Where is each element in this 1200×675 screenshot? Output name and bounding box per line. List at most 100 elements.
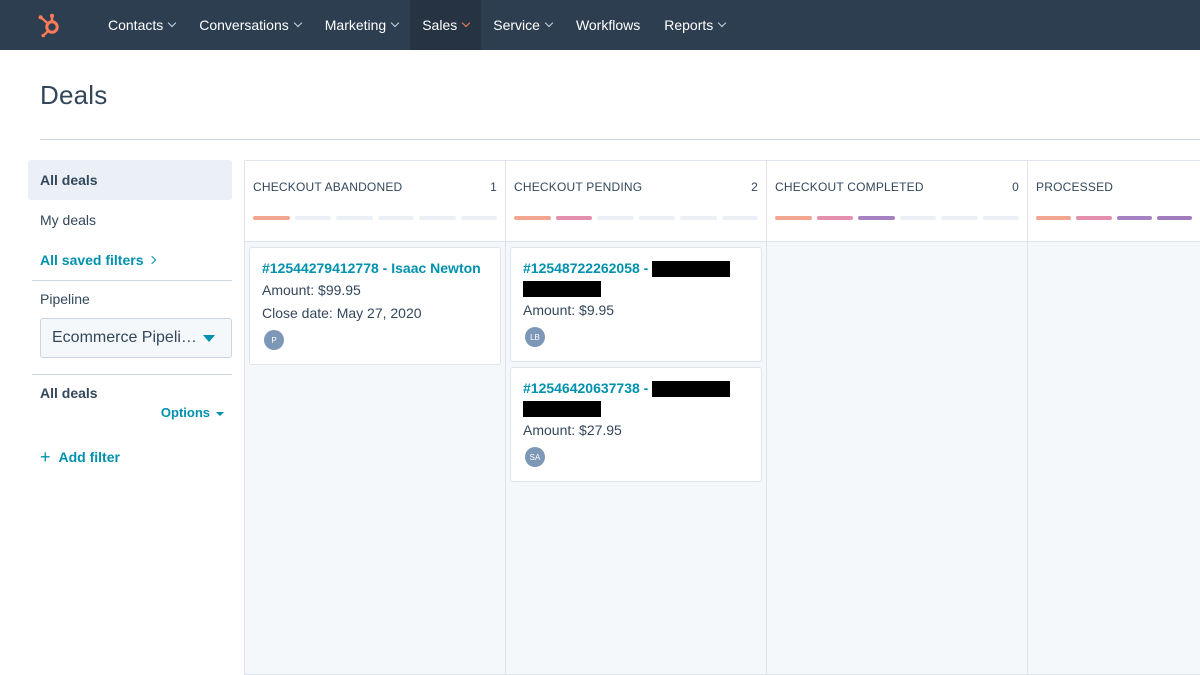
progress-segment — [982, 216, 1019, 220]
progress-segment — [721, 216, 758, 220]
progress-segment — [377, 216, 414, 220]
column-title: CHECKOUT ABANDONED — [253, 180, 403, 194]
progress-segment — [1076, 216, 1112, 220]
sidebar-item-label: My deals — [40, 212, 97, 228]
board-column-processed: PROCESSED — [1027, 160, 1200, 675]
nav-label: Service — [493, 17, 540, 33]
header-divider — [40, 139, 1200, 140]
column-header: CHECKOUT ABANDONED 1 — [245, 161, 505, 242]
nav-label: Marketing — [324, 17, 387, 33]
chevron-down-icon — [390, 18, 400, 28]
deal-title-link[interactable]: #12546420637738 - — [523, 378, 749, 418]
redacted-block — [652, 381, 731, 398]
top-navigation: Contacts Conversations Marketing Sales S… — [0, 0, 1200, 50]
nav-marketing[interactable]: Marketing — [313, 0, 410, 50]
column-header: PROCESSED — [1028, 161, 1200, 242]
progress-segment — [336, 216, 373, 220]
owner-avatar[interactable]: P — [264, 330, 284, 350]
board-column-checkout-pending: CHECKOUT PENDING 2 #12548722262058 - Amo… — [505, 160, 766, 675]
hubspot-logo[interactable] — [0, 0, 96, 50]
progress-segment — [941, 216, 978, 220]
nav-service[interactable]: Service — [481, 0, 564, 50]
stage-progress — [1036, 216, 1192, 220]
progress-segment — [1036, 216, 1072, 220]
redacted-block — [523, 401, 601, 418]
pipeline-selected-value: Ecommerce Pipeli… — [52, 329, 197, 346]
deal-card[interactable]: #12544279412778 - Isaac Newton Amount: $… — [249, 247, 501, 365]
progress-segment — [460, 216, 497, 220]
pipeline-label: Pipeline — [40, 291, 90, 307]
options-dropdown[interactable]: Options — [28, 405, 232, 429]
deal-card[interactable]: #12546420637738 - Amount: $27.95 SA — [510, 367, 762, 482]
progress-segment — [253, 216, 290, 220]
deal-amount: Amount: $99.95 — [262, 282, 361, 298]
owner-avatar[interactable]: LB — [525, 327, 545, 347]
board-column-checkout-abandoned: CHECKOUT ABANDONED 1 #12544279412778 - I… — [244, 160, 505, 675]
sidebar-item-label: All deals — [40, 172, 98, 188]
progress-segment — [858, 216, 895, 220]
nav-conversations[interactable]: Conversations — [187, 0, 313, 50]
caret-down-icon — [216, 411, 224, 416]
progress-segment — [775, 216, 812, 220]
add-filter-button[interactable]: + Add filter — [28, 445, 232, 469]
stage-progress — [253, 216, 497, 220]
progress-segment — [816, 216, 853, 220]
chevron-right-icon — [147, 255, 156, 265]
deal-title-link[interactable]: #12548722262058 - — [523, 258, 749, 298]
column-count: 2 — [751, 180, 758, 194]
sidebar-item-my-deals[interactable]: My deals — [28, 200, 232, 240]
progress-segment — [555, 216, 592, 220]
progress-segment — [1116, 216, 1152, 220]
progress-segment — [294, 216, 331, 220]
column-title: CHECKOUT PENDING — [514, 180, 643, 194]
deal-title-text: #12546420637738 - — [523, 380, 649, 396]
sidebar-item-label: All saved filters — [40, 252, 144, 268]
filters-sidebar: All deals My deals All saved filters Pip… — [28, 160, 232, 469]
deal-close-date: Close date: May 27, 2020 — [262, 305, 422, 321]
nav-label: Workflows — [575, 17, 641, 33]
chevron-down-icon — [718, 18, 727, 28]
redacted-block — [652, 261, 731, 278]
owner-avatar[interactable]: SA — [525, 447, 545, 467]
plus-icon: + — [40, 447, 51, 467]
column-header: CHECKOUT PENDING 2 — [506, 161, 766, 242]
progress-segment — [899, 216, 936, 220]
deal-amount: Amount: $9.95 — [523, 302, 615, 318]
column-header: CHECKOUT COMPLETED 0 — [767, 161, 1027, 242]
nav-workflows[interactable]: Workflows — [564, 0, 652, 50]
deal-card[interactable]: #12548722262058 - Amount: $9.95 LB — [510, 247, 762, 362]
deals-board: CHECKOUT ABANDONED 1 #12544279412778 - I… — [244, 160, 1200, 675]
deal-title-text: #12548722262058 - — [523, 260, 649, 276]
options-label: Options — [160, 405, 210, 420]
chevron-down-icon — [168, 18, 177, 28]
page-title: Deals — [40, 80, 108, 110]
column-count: 0 — [1012, 180, 1019, 194]
progress-segment — [514, 216, 551, 220]
column-title: PROCESSED — [1036, 180, 1114, 194]
nav-reports[interactable]: Reports — [652, 0, 737, 50]
progress-segment — [419, 216, 456, 220]
stage-progress — [775, 216, 1019, 220]
redacted-block — [523, 281, 601, 298]
progress-segment — [680, 216, 717, 220]
pipeline-dropdown[interactable]: Ecommerce Pipeli… — [40, 318, 232, 358]
hubspot-sprocket-icon — [38, 13, 59, 38]
all-saved-filters-link[interactable]: All saved filters — [28, 240, 232, 280]
nav-label: Sales — [422, 17, 458, 33]
sidebar-item-all-deals[interactable]: All deals — [28, 160, 232, 200]
chevron-down-icon — [293, 18, 302, 28]
column-count: 1 — [490, 180, 497, 194]
nav-contacts[interactable]: Contacts — [96, 0, 187, 50]
progress-segment — [638, 216, 675, 220]
nav-sales[interactable]: Sales — [410, 0, 482, 50]
stage-progress — [514, 216, 758, 220]
chevron-down-icon — [544, 18, 554, 28]
nav-label: Conversations — [199, 17, 289, 33]
progress-segment — [597, 216, 634, 220]
deal-title-link[interactable]: #12544279412778 - Isaac Newton — [262, 258, 488, 278]
progress-segment — [1156, 216, 1192, 220]
chevron-down-icon — [462, 18, 471, 28]
column-title: CHECKOUT COMPLETED — [775, 180, 924, 194]
filter-group-title: All deals — [40, 385, 98, 401]
caret-down-icon — [203, 335, 215, 342]
